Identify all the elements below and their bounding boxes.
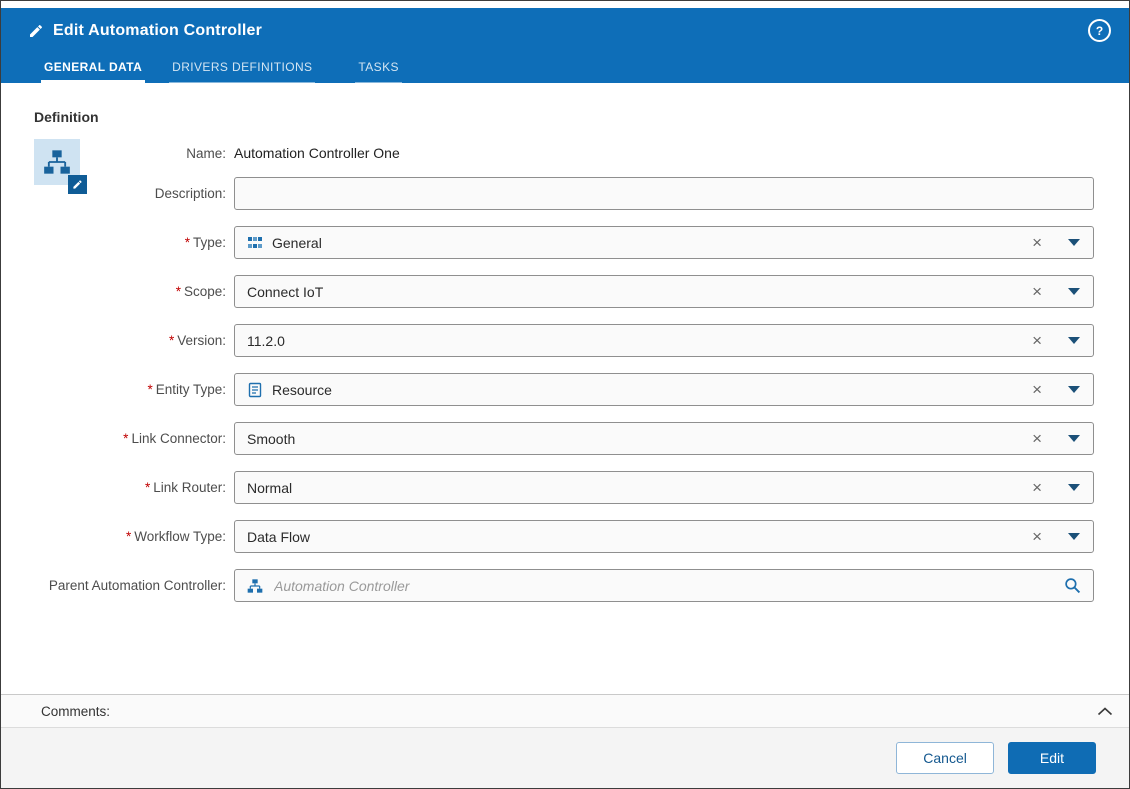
form-row-version: * Version: 11.2.0 × <box>1 324 1129 357</box>
version-value: 11.2.0 <box>247 332 285 349</box>
automation-controller-icon[interactable] <box>34 139 87 194</box>
edit-automation-controller-dialog: Edit Automation Controller ? GENERAL DAT… <box>0 0 1130 789</box>
entity-type-select[interactable]: Resource × <box>234 373 1094 406</box>
required-marker: * <box>123 431 129 446</box>
chevron-down-icon[interactable] <box>1068 533 1080 540</box>
form-row-link-connector: * Link Connector: Smooth × <box>1 422 1129 455</box>
scope-select[interactable]: Connect IoT × <box>234 275 1094 308</box>
link-router-select[interactable]: Normal × <box>234 471 1094 504</box>
dialog-header: Edit Automation Controller ? GENERAL DAT… <box>1 8 1129 83</box>
workflow-type-select[interactable]: Data Flow × <box>234 520 1094 553</box>
edit-pencil-icon <box>28 23 44 39</box>
definition-form: Name: Automation Controller One Descript… <box>1 142 1129 602</box>
form-row-workflow-type: * Workflow Type: Data Flow × <box>1 520 1129 553</box>
link-connector-select[interactable]: Smooth × <box>234 422 1094 455</box>
description-label: Description: <box>154 186 226 201</box>
hierarchy-icon <box>247 578 263 594</box>
comments-label: Comments: <box>41 703 111 719</box>
search-icon[interactable] <box>1064 577 1081 594</box>
comments-section-header[interactable]: Comments: <box>1 694 1129 728</box>
parent-controller-picker[interactable] <box>234 569 1094 602</box>
required-marker: * <box>144 480 151 495</box>
workflow-type-label: * Workflow Type: <box>125 529 226 544</box>
required-marker: * <box>184 235 190 250</box>
required-marker: * <box>168 333 175 348</box>
description-input[interactable] <box>234 177 1094 210</box>
edit-button[interactable]: Edit <box>1007 742 1096 774</box>
form-row-parent-controller: Parent Automation Controller: <box>1 569 1129 602</box>
version-label: * Version: <box>168 333 226 348</box>
clear-icon[interactable]: × <box>1032 332 1042 349</box>
clear-icon[interactable]: × <box>1032 528 1042 545</box>
chevron-up-icon[interactable] <box>1097 706 1113 716</box>
chevron-down-icon[interactable] <box>1068 288 1080 295</box>
form-row-type: * Type: General × <box>1 226 1129 259</box>
cancel-button[interactable]: Cancel <box>896 742 994 774</box>
parent-controller-label: Parent Automation Controller: <box>48 578 226 593</box>
chevron-down-icon[interactable] <box>1068 239 1080 246</box>
form-row-entity-type: * Entity Type: Resource × <box>1 373 1129 406</box>
tab-bar: GENERAL DATA DRIVERS DEFINITIONS TASKS <box>1 55 1129 83</box>
name-value: Automation Controller One <box>234 145 400 161</box>
link-connector-value: Smooth <box>247 430 296 447</box>
required-marker: * <box>175 284 181 299</box>
resource-icon <box>247 382 263 398</box>
type-value: General <box>272 234 322 251</box>
link-connector-label: * Link Connector: <box>123 431 226 446</box>
entity-type-label: * Entity Type: <box>147 382 226 397</box>
version-select[interactable]: 11.2.0 × <box>234 324 1094 357</box>
clear-icon[interactable]: × <box>1032 479 1042 496</box>
chevron-down-icon[interactable] <box>1068 386 1080 393</box>
chevron-down-icon[interactable] <box>1068 337 1080 344</box>
chevron-down-icon[interactable] <box>1068 484 1080 491</box>
type-select[interactable]: General × <box>234 226 1094 259</box>
clear-icon[interactable]: × <box>1032 381 1042 398</box>
scope-value: Connect IoT <box>247 283 324 300</box>
link-router-label: * Link Router: <box>144 480 226 495</box>
link-router-value: Normal <box>247 479 293 496</box>
entity-type-value: Resource <box>272 381 332 398</box>
form-row-scope: * Scope: Connect IoT × <box>1 275 1129 308</box>
parent-controller-input[interactable] <box>272 576 1064 595</box>
clear-icon[interactable]: × <box>1032 283 1042 300</box>
form-row-description: Description: <box>1 177 1129 210</box>
hierarchy-icon <box>44 150 70 174</box>
tab-general-data[interactable]: GENERAL DATA <box>41 55 146 83</box>
required-marker: * <box>125 529 132 544</box>
clear-icon[interactable]: × <box>1032 430 1042 447</box>
form-row-name: Name: Automation Controller One <box>1 142 1129 164</box>
scope-label: * Scope: <box>175 284 226 299</box>
tab-drivers-definitions[interactable]: DRIVERS DEFINITIONS <box>169 55 316 83</box>
form-row-link-router: * Link Router: Normal × <box>1 471 1129 504</box>
workflow-type-value: Data Flow <box>247 528 311 545</box>
type-label: * Type: <box>184 235 226 250</box>
tab-tasks[interactable]: TASKS <box>355 55 402 83</box>
type-general-icon <box>247 235 263 251</box>
clear-icon[interactable]: × <box>1032 234 1042 251</box>
required-marker: * <box>147 382 153 397</box>
pencil-icon <box>73 180 82 189</box>
section-title-definition: Definition <box>34 109 99 125</box>
background-strip <box>1 1 1129 8</box>
help-icon[interactable]: ? <box>1088 19 1111 42</box>
dialog-title: Edit Automation Controller <box>53 21 263 39</box>
chevron-down-icon[interactable] <box>1068 435 1080 442</box>
icon-edit-badge[interactable] <box>68 175 87 194</box>
dialog-body: Definition Name: Automation Controller O… <box>1 83 1129 694</box>
dialog-footer: Cancel Edit <box>1 728 1129 788</box>
